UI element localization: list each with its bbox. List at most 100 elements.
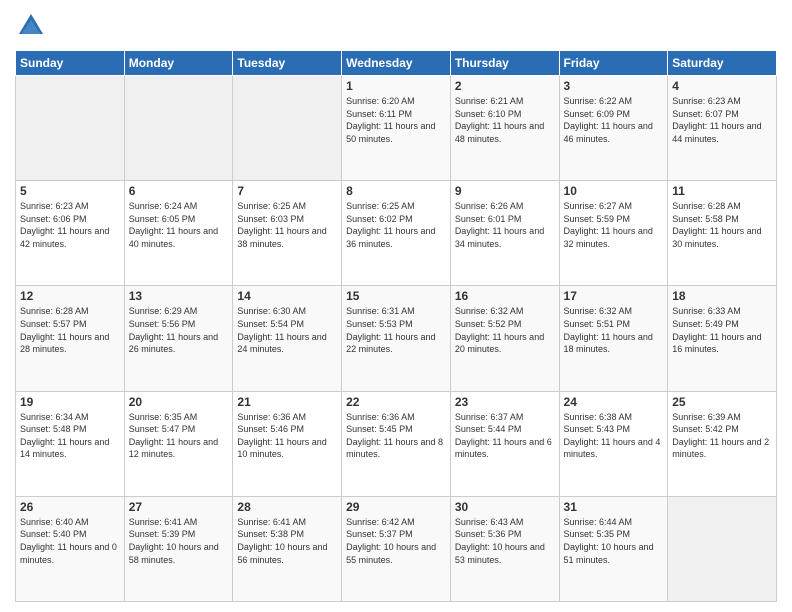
weekday-header-thursday: Thursday bbox=[450, 51, 559, 76]
weekday-header-sunday: Sunday bbox=[16, 51, 125, 76]
day-info: Sunrise: 6:34 AMSunset: 5:48 PMDaylight:… bbox=[20, 411, 120, 461]
day-cell: 31 Sunrise: 6:44 AMSunset: 5:35 PMDayligh… bbox=[559, 496, 668, 601]
day-cell: 29 Sunrise: 6:42 AMSunset: 5:37 PMDayligh… bbox=[342, 496, 451, 601]
day-info: Sunrise: 6:39 AMSunset: 5:42 PMDaylight:… bbox=[672, 411, 772, 461]
day-cell: 22Sunrise: 6:36 AMSunset: 5:45 PMDayligh… bbox=[342, 391, 451, 496]
day-number: 19 bbox=[20, 395, 120, 409]
day-info: Sunrise: 6:23 AMSunset: 6:06 PMDaylight:… bbox=[20, 200, 120, 250]
day-info: Sunrise: 6:35 AMSunset: 5:47 PMDaylight:… bbox=[129, 411, 229, 461]
day-number: 31 bbox=[564, 500, 664, 514]
day-cell: 19 Sunrise: 6:34 AMSunset: 5:48 PMDayligh… bbox=[16, 391, 125, 496]
day-number: 26 bbox=[20, 500, 120, 514]
day-cell bbox=[124, 76, 233, 181]
day-number: 7 bbox=[237, 184, 337, 198]
day-cell: 16 Sunrise: 6:32 AMSunset: 5:52 PMDayligh… bbox=[450, 286, 559, 391]
day-cell: 20Sunrise: 6:35 AMSunset: 5:47 PMDayligh… bbox=[124, 391, 233, 496]
week-row-4: 26 Sunrise: 6:40 AMSunset: 5:40 PMDayligh… bbox=[16, 496, 777, 601]
day-number: 17 bbox=[564, 289, 664, 303]
day-info: Sunrise: 6:28 AMSunset: 5:57 PMDaylight:… bbox=[20, 305, 120, 355]
day-cell: 15Sunrise: 6:31 AMSunset: 5:53 PMDayligh… bbox=[342, 286, 451, 391]
day-cell: 2 Sunrise: 6:21 AMSunset: 6:10 PMDaylight… bbox=[450, 76, 559, 181]
day-cell: 6 Sunrise: 6:24 AMSunset: 6:05 PMDaylight… bbox=[124, 181, 233, 286]
day-cell: 5 Sunrise: 6:23 AMSunset: 6:06 PMDaylight… bbox=[16, 181, 125, 286]
day-cell bbox=[16, 76, 125, 181]
weekday-header-row: SundayMondayTuesdayWednesdayThursdayFrid… bbox=[16, 51, 777, 76]
day-cell: 26 Sunrise: 6:40 AMSunset: 5:40 PMDayligh… bbox=[16, 496, 125, 601]
weekday-header-friday: Friday bbox=[559, 51, 668, 76]
day-info: Sunrise: 6:31 AMSunset: 5:53 PMDaylight:… bbox=[346, 305, 446, 355]
day-cell: 1 Sunrise: 6:20 AMSunset: 6:11 PMDaylight… bbox=[342, 76, 451, 181]
weekday-header-wednesday: Wednesday bbox=[342, 51, 451, 76]
day-cell bbox=[233, 76, 342, 181]
day-number: 1 bbox=[346, 79, 446, 93]
day-number: 21 bbox=[237, 395, 337, 409]
day-number: 16 bbox=[455, 289, 555, 303]
weekday-header-monday: Monday bbox=[124, 51, 233, 76]
day-info: Sunrise: 6:28 AMSunset: 5:58 PMDaylight:… bbox=[672, 200, 772, 250]
day-cell: 13 Sunrise: 6:29 AMSunset: 5:56 PMDayligh… bbox=[124, 286, 233, 391]
day-number: 13 bbox=[129, 289, 229, 303]
day-info: Sunrise: 6:32 AMSunset: 5:52 PMDaylight:… bbox=[455, 305, 555, 355]
day-number: 8 bbox=[346, 184, 446, 198]
day-number: 30 bbox=[455, 500, 555, 514]
day-number: 18 bbox=[672, 289, 772, 303]
day-info: Sunrise: 6:38 AMSunset: 5:43 PMDaylight:… bbox=[564, 411, 664, 461]
day-info: Sunrise: 6:27 AMSunset: 5:59 PMDaylight:… bbox=[564, 200, 664, 250]
week-row-0: 1 Sunrise: 6:20 AMSunset: 6:11 PMDaylight… bbox=[16, 76, 777, 181]
day-info: Sunrise: 6:22 AMSunset: 6:09 PMDaylight:… bbox=[564, 95, 664, 145]
logo bbox=[15, 10, 51, 42]
day-cell: 12 Sunrise: 6:28 AMSunset: 5:57 PMDayligh… bbox=[16, 286, 125, 391]
day-info: Sunrise: 6:44 AMSunset: 5:35 PMDaylight:… bbox=[564, 516, 664, 566]
day-info: Sunrise: 6:33 AMSunset: 5:49 PMDaylight:… bbox=[672, 305, 772, 355]
day-cell: 17Sunrise: 6:32 AMSunset: 5:51 PMDayligh… bbox=[559, 286, 668, 391]
day-number: 25 bbox=[672, 395, 772, 409]
week-row-1: 5 Sunrise: 6:23 AMSunset: 6:06 PMDaylight… bbox=[16, 181, 777, 286]
day-cell: 30 Sunrise: 6:43 AMSunset: 5:36 PMDayligh… bbox=[450, 496, 559, 601]
day-number: 14 bbox=[237, 289, 337, 303]
page: SundayMondayTuesdayWednesdayThursdayFrid… bbox=[0, 0, 792, 612]
day-info: Sunrise: 6:21 AMSunset: 6:10 PMDaylight:… bbox=[455, 95, 555, 145]
day-number: 5 bbox=[20, 184, 120, 198]
day-info: Sunrise: 6:20 AMSunset: 6:11 PMDaylight:… bbox=[346, 95, 446, 145]
day-info: Sunrise: 6:24 AMSunset: 6:05 PMDaylight:… bbox=[129, 200, 229, 250]
day-info: Sunrise: 6:25 AMSunset: 6:02 PMDaylight:… bbox=[346, 200, 446, 250]
day-cell: 28 Sunrise: 6:41 AMSunset: 5:38 PMDayligh… bbox=[233, 496, 342, 601]
day-number: 9 bbox=[455, 184, 555, 198]
weekday-header-tuesday: Tuesday bbox=[233, 51, 342, 76]
day-info: Sunrise: 6:25 AMSunset: 6:03 PMDaylight:… bbox=[237, 200, 337, 250]
day-cell: 27 Sunrise: 6:41 AMSunset: 5:39 PMDayligh… bbox=[124, 496, 233, 601]
day-info: Sunrise: 6:42 AMSunset: 5:37 PMDaylight:… bbox=[346, 516, 446, 566]
day-cell: 24 Sunrise: 6:38 AMSunset: 5:43 PMDayligh… bbox=[559, 391, 668, 496]
day-info: Sunrise: 6:41 AMSunset: 5:38 PMDaylight:… bbox=[237, 516, 337, 566]
day-cell: 23 Sunrise: 6:37 AMSunset: 5:44 PMDayligh… bbox=[450, 391, 559, 496]
day-cell: 25 Sunrise: 6:39 AMSunset: 5:42 PMDayligh… bbox=[668, 391, 777, 496]
day-cell: 8 Sunrise: 6:25 AMSunset: 6:02 PMDaylight… bbox=[342, 181, 451, 286]
day-number: 2 bbox=[455, 79, 555, 93]
day-info: Sunrise: 6:29 AMSunset: 5:56 PMDaylight:… bbox=[129, 305, 229, 355]
calendar: SundayMondayTuesdayWednesdayThursdayFrid… bbox=[15, 50, 777, 602]
day-info: Sunrise: 6:26 AMSunset: 6:01 PMDaylight:… bbox=[455, 200, 555, 250]
day-cell: 21Sunrise: 6:36 AMSunset: 5:46 PMDayligh… bbox=[233, 391, 342, 496]
weekday-header-saturday: Saturday bbox=[668, 51, 777, 76]
day-cell: 9 Sunrise: 6:26 AMSunset: 6:01 PMDaylight… bbox=[450, 181, 559, 286]
day-number: 10 bbox=[564, 184, 664, 198]
day-info: Sunrise: 6:37 AMSunset: 5:44 PMDaylight:… bbox=[455, 411, 555, 461]
day-info: Sunrise: 6:40 AMSunset: 5:40 PMDaylight:… bbox=[20, 516, 120, 566]
day-info: Sunrise: 6:43 AMSunset: 5:36 PMDaylight:… bbox=[455, 516, 555, 566]
day-cell: 18 Sunrise: 6:33 AMSunset: 5:49 PMDayligh… bbox=[668, 286, 777, 391]
week-row-2: 12 Sunrise: 6:28 AMSunset: 5:57 PMDayligh… bbox=[16, 286, 777, 391]
day-number: 6 bbox=[129, 184, 229, 198]
day-number: 27 bbox=[129, 500, 229, 514]
day-info: Sunrise: 6:23 AMSunset: 6:07 PMDaylight:… bbox=[672, 95, 772, 145]
day-number: 29 bbox=[346, 500, 446, 514]
day-number: 24 bbox=[564, 395, 664, 409]
day-number: 23 bbox=[455, 395, 555, 409]
day-number: 4 bbox=[672, 79, 772, 93]
day-number: 28 bbox=[237, 500, 337, 514]
day-cell: 11 Sunrise: 6:28 AMSunset: 5:58 PMDayligh… bbox=[668, 181, 777, 286]
day-number: 12 bbox=[20, 289, 120, 303]
day-number: 3 bbox=[564, 79, 664, 93]
day-info: Sunrise: 6:41 AMSunset: 5:39 PMDaylight:… bbox=[129, 516, 229, 566]
day-number: 11 bbox=[672, 184, 772, 198]
day-cell: 4 Sunrise: 6:23 AMSunset: 6:07 PMDaylight… bbox=[668, 76, 777, 181]
